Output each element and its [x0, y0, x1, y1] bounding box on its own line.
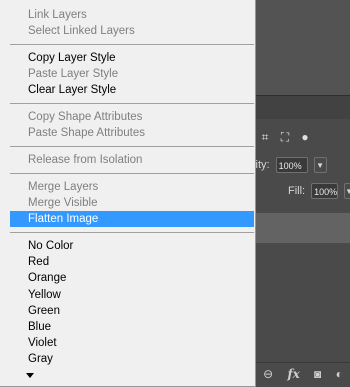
menu-item-violet[interactable]: Violet: [10, 335, 254, 351]
fx-icon[interactable]: fx: [287, 367, 299, 381]
layer-filter-toolbar: ⌗ ⛶ ●: [250, 125, 350, 149]
menu-item-no-color[interactable]: No Color: [10, 238, 254, 254]
menu-item-green[interactable]: Green: [10, 303, 254, 319]
menu-item-release-from-isolation: Release from Isolation: [28, 154, 143, 166]
menu-item-orange[interactable]: Orange: [10, 270, 254, 286]
menu-separator: [10, 173, 254, 174]
menu-item-copy-layer-style[interactable]: Copy Layer Style: [10, 50, 254, 66]
menu-item-select-linked-layers: Select Linked Layers: [28, 25, 135, 37]
menu-item-clear-layer-style[interactable]: Clear Layer Style: [10, 82, 254, 98]
menu-item-paste-shape-attributes: Paste Shape Attributes: [28, 127, 145, 139]
menu-item-merge-visible: Merge Visible: [28, 197, 98, 209]
opacity-input[interactable]: 100%: [275, 157, 308, 173]
opacity-row: city: 100% ▼: [250, 153, 350, 177]
layers-context-menu: Link Layers Select Linked Layers Copy La…: [0, 0, 256, 387]
menu-item-red[interactable]: Red: [10, 254, 254, 270]
menu-item-gray[interactable]: Gray: [10, 351, 254, 367]
fill-row: Fill: 100% ▼: [250, 179, 350, 203]
menu-item-link-layers: Link Layers: [28, 9, 87, 21]
menu-item-blue[interactable]: Blue: [10, 319, 254, 335]
menu-separator: [10, 103, 254, 104]
layers-bottom-bar: ⊖ fx ◙ ◐: [256, 362, 350, 385]
menu-separator: [10, 232, 254, 233]
menu-item-paste-layer-style: Paste Layer Style: [28, 68, 119, 80]
filter-toggle-icon[interactable]: ●: [298, 130, 312, 144]
menu-item-merge-layers: Merge Layers: [28, 181, 99, 193]
menu-separator: [10, 146, 254, 147]
selected-layer-row[interactable]: [256, 213, 350, 243]
menu-item-yellow[interactable]: Yellow: [10, 287, 254, 303]
link-icon[interactable]: ⊖: [263, 367, 273, 381]
mask-icon[interactable]: ◙: [314, 367, 321, 381]
artboard-icon[interactable]: ⛶: [278, 130, 292, 144]
adjustment-icon[interactable]: ◐: [336, 367, 343, 381]
menu-separator: [10, 44, 254, 45]
transform-icon[interactable]: ⌗: [258, 130, 272, 144]
fill-input[interactable]: 100%: [311, 183, 339, 199]
fill-dropdown-chevron-icon[interactable]: ▼: [344, 183, 350, 199]
opacity-dropdown-chevron-icon[interactable]: ▼: [313, 157, 327, 173]
menu-item-copy-shape-attributes: Copy Shape Attributes: [28, 111, 143, 123]
menu-item-flatten-image[interactable]: Flatten Image: [10, 211, 254, 227]
fill-label: Fill:: [288, 185, 306, 197]
chevron-down-icon[interactable]: [26, 373, 34, 378]
